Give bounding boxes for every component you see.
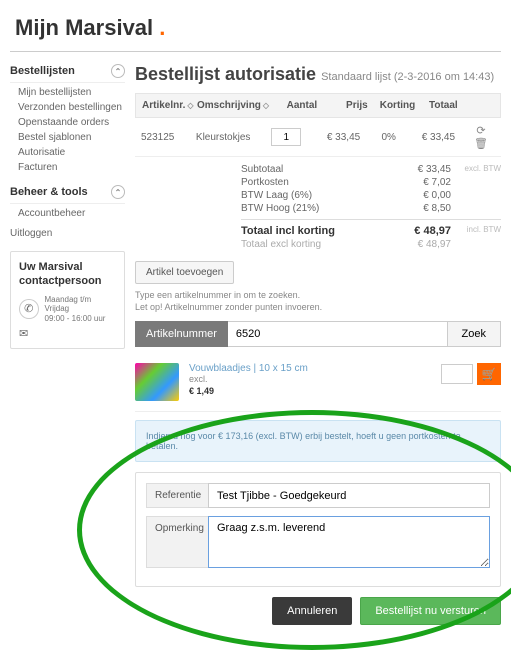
excl-btw-note: excl. BTW <box>451 164 501 175</box>
excl-korting-label: Totaal excl korting <box>241 239 391 250</box>
remark-label: Opmerking <box>146 516 208 568</box>
search-hint: Type een artikelnummer in om te zoeken. … <box>135 290 501 313</box>
shipping-value: € 7,02 <box>391 177 451 188</box>
contact-hours: Maandag t/m Vrijdag 09:00 - 16:00 uur <box>45 295 117 324</box>
refresh-icon[interactable]: ⟳ <box>473 125 488 137</box>
subtotal-label: Subtotaal <box>241 164 391 175</box>
shipping-notice: Indien u nog voor € 173,16 (excl. BTW) e… <box>135 420 501 462</box>
grand-total-value: € 48,97 <box>391 225 451 237</box>
reference-input[interactable] <box>208 483 490 508</box>
nav-item-accountbeheer[interactable]: Accountbeheer <box>18 206 125 221</box>
delete-icon[interactable]: 🗑 <box>471 138 491 150</box>
nav-section-bestellijsten[interactable]: Bestellijsten ⌃ <box>10 60 125 83</box>
product-name[interactable]: Vouwblaadjes | 10 x 15 cm <box>189 363 431 374</box>
heading-text: Bestellijst autorisatie <box>135 64 316 84</box>
cell-totaal: € 33,45 <box>411 126 461 149</box>
article-search: Artikelnummer Zoek <box>135 321 501 347</box>
nav-item-facturen[interactable]: Facturen <box>18 160 125 175</box>
phone-icon: ✆ <box>19 299 39 319</box>
chevron-up-icon: ⌃ <box>111 64 125 78</box>
product-image <box>135 363 179 401</box>
cell-korting: 0% <box>366 126 411 149</box>
heading-sub: Standaard lijst (2-3-2016 om 14:43) <box>321 71 494 83</box>
table-row: 523125 Kleurstokjes € 33,45 0% € 33,45 ⟳… <box>135 118 501 157</box>
order-form: Referentie Opmerking <box>135 472 501 587</box>
reference-label: Referentie <box>146 483 208 508</box>
th-korting: Korting <box>380 100 416 111</box>
product-qty-input[interactable] <box>441 364 473 384</box>
submit-order-button[interactable]: Bestellijst nu versturen <box>360 597 501 625</box>
grand-total-label: Totaal incl korting <box>241 225 391 237</box>
subtotal-value: € 33,45 <box>391 164 451 175</box>
add-article-button[interactable]: Artikel toevoegen <box>135 261 234 284</box>
cell-artikelnr: 523125 <box>135 126 190 149</box>
search-label: Artikelnummer <box>135 321 228 347</box>
btw-low-label: BTW Laag (6%) <box>241 190 391 201</box>
contact-title-2: contactpersoon <box>19 274 116 288</box>
nav-item-verzonden[interactable]: Verzonden bestellingen <box>18 100 125 115</box>
th-omschrijving[interactable]: Omschrijving <box>197 100 261 111</box>
incl-btw-note: incl. BTW <box>451 225 501 237</box>
main-content: Bestellijst autorisatie Standaard lijst … <box>135 60 501 625</box>
cancel-button[interactable]: Annuleren <box>272 597 352 625</box>
th-aantal: Aantal <box>287 100 318 111</box>
qty-input[interactable] <box>271 128 301 146</box>
content-heading: Bestellijst autorisatie Standaard lijst … <box>135 64 501 85</box>
product-result: Vouwblaadjes | 10 x 15 cm excl. € 1,49 🛒 <box>135 357 501 412</box>
page-title-text: Mijn Marsival <box>15 15 153 40</box>
product-meta: excl. <box>189 374 431 384</box>
sort-icon: ◇ <box>263 101 269 110</box>
nav-item-sjablonen[interactable]: Bestel sjablonen <box>18 130 125 145</box>
btw-high-value: € 8,50 <box>391 203 451 214</box>
contact-title-1: Uw Marsival <box>19 260 116 274</box>
btw-high-label: BTW Hoog (21%) <box>241 203 391 214</box>
product-price: € 1,49 <box>189 386 431 396</box>
chevron-up-icon: ⌃ <box>111 185 125 199</box>
btw-low-value: € 0,00 <box>391 190 451 201</box>
article-number-input[interactable] <box>228 321 448 347</box>
cell-omschrijving: Kleurstokjes <box>190 126 256 149</box>
excl-korting-value: € 48,97 <box>391 239 451 250</box>
mail-icon[interactable]: ✉ <box>19 327 28 340</box>
nav-section-label: Beheer & tools <box>10 186 88 198</box>
th-artikelnr[interactable]: Artikelnr. <box>142 100 185 111</box>
nav-section-label: Bestellijsten <box>10 65 75 77</box>
th-totaal: Totaal <box>429 100 458 111</box>
totals-block: Subtotaal€ 33,45excl. BTW Portkosten€ 7,… <box>135 163 501 251</box>
nav-logout[interactable]: Uitloggen <box>10 225 52 242</box>
cell-prijs: € 33,45 <box>316 126 366 149</box>
nav-section-beheer[interactable]: Beheer & tools ⌃ <box>10 181 125 204</box>
remark-textarea[interactable] <box>208 516 490 568</box>
nav-item-autorisatie[interactable]: Autorisatie <box>18 145 125 160</box>
page-title: Mijn Marsival . <box>15 15 501 41</box>
nav-item-openstaande[interactable]: Openstaande orders <box>18 115 125 130</box>
hint-line-2: Let op! Artikelnummer zonder punten invo… <box>135 302 501 314</box>
hint-line-1: Type een artikelnummer in om te zoeken. <box>135 290 501 302</box>
divider <box>10 51 501 52</box>
add-to-cart-button[interactable]: 🛒 <box>477 363 501 385</box>
search-button[interactable]: Zoek <box>448 321 501 347</box>
nav-item-mijn-bestellijsten[interactable]: Mijn bestellijsten <box>18 85 125 100</box>
contact-box: Uw Marsival contactpersoon ✆ Maandag t/m… <box>10 251 125 349</box>
title-dot: . <box>159 15 165 40</box>
th-prijs: Prijs <box>346 100 368 111</box>
sidebar: Bestellijsten ⌃ Mijn bestellijsten Verzo… <box>10 60 125 349</box>
order-table-header: Artikelnr.◇ Omschrijving◇ Aantal Prijs K… <box>135 93 501 118</box>
shipping-label: Portkosten <box>241 177 391 188</box>
